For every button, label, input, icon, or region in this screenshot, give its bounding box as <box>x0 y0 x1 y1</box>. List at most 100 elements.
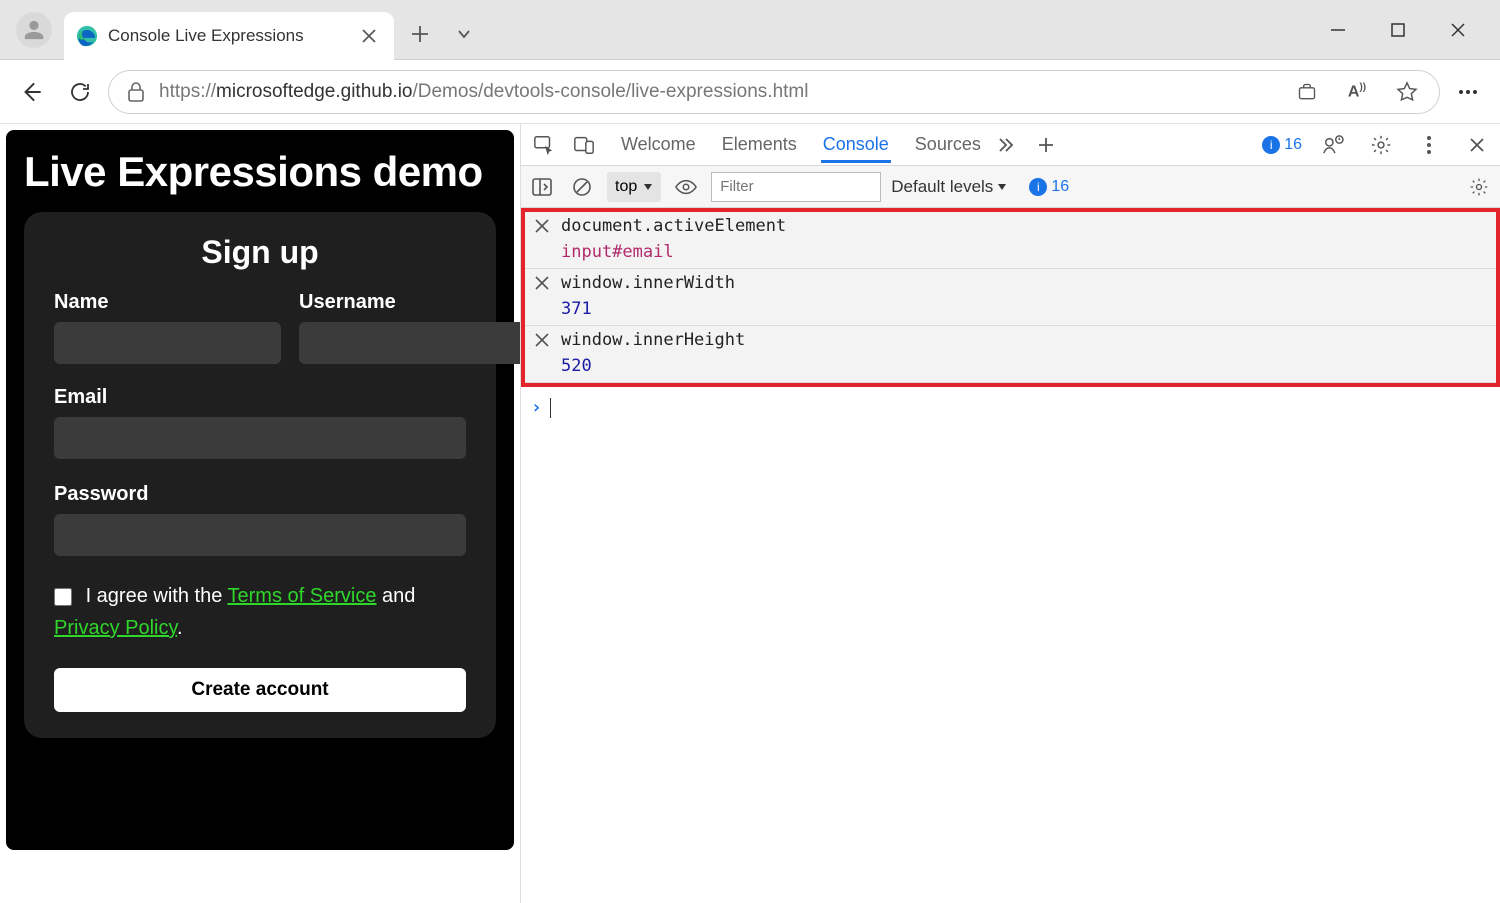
expression-result: 520 <box>525 354 1496 382</box>
password-label: Password <box>54 483 466 506</box>
triangle-down-icon <box>997 182 1007 192</box>
close-icon <box>1469 137 1485 153</box>
briefcase-icon <box>1297 82 1317 102</box>
toolbar-issues-badge[interactable]: i 16 <box>1029 178 1069 196</box>
tab-welcome[interactable]: Welcome <box>619 126 698 163</box>
expression-text[interactable]: window.innerHeight <box>561 330 745 350</box>
feedback-icon <box>1322 135 1344 155</box>
create-account-button[interactable]: Create account <box>54 668 466 712</box>
remove-expression-button[interactable] <box>533 274 551 292</box>
expression-result: 371 <box>525 297 1496 325</box>
devices-icon <box>573 134 595 156</box>
person-icon <box>23 19 45 41</box>
filter-input[interactable] <box>711 172 881 202</box>
form-title: Sign up <box>54 234 466 271</box>
shopping-button[interactable] <box>1293 78 1321 106</box>
log-levels-select[interactable]: Default levels <box>891 177 1007 197</box>
inspect-element-button[interactable] <box>527 128 561 162</box>
text-cursor <box>550 398 552 418</box>
agree-checkbox[interactable] <box>54 588 72 606</box>
live-expression-row: window.innerHeight 520 <box>525 326 1496 383</box>
live-expression-row: document.activeElement input#email <box>525 212 1496 269</box>
clear-console-button[interactable] <box>567 172 597 202</box>
tab-actions-button[interactable] <box>446 16 482 52</box>
live-expressions-region: document.activeElement input#email windo… <box>521 208 1500 387</box>
window-controls <box>1324 16 1492 44</box>
favorite-button[interactable] <box>1393 78 1421 106</box>
issues-badge[interactable]: i 16 <box>1262 136 1302 154</box>
more-tabs-button[interactable] <box>989 128 1023 162</box>
remove-expression-button[interactable] <box>533 331 551 349</box>
lock-icon <box>127 82 145 102</box>
tab-close-button[interactable] <box>360 27 378 45</box>
arrow-left-icon <box>19 79 45 105</box>
dots-vertical-icon <box>1426 135 1432 155</box>
inspect-icon <box>533 134 555 156</box>
close-icon <box>1450 22 1466 38</box>
device-toggle-button[interactable] <box>567 128 601 162</box>
tab-console[interactable]: Console <box>821 126 891 163</box>
gear-icon <box>1469 177 1489 197</box>
window-close-button[interactable] <box>1444 16 1472 44</box>
tab-sources[interactable]: Sources <box>913 126 983 163</box>
eye-icon <box>675 179 697 195</box>
password-input[interactable] <box>54 514 466 556</box>
console-toolbar: top Default levels i 16 <box>521 166 1500 208</box>
add-tab-button[interactable] <box>1029 128 1063 162</box>
name-input[interactable] <box>54 322 281 364</box>
profile-avatar[interactable] <box>16 12 52 48</box>
close-icon <box>535 219 549 233</box>
chevron-right-icon: › <box>531 397 542 418</box>
feedback-button[interactable] <box>1316 128 1350 162</box>
maximize-icon <box>1391 23 1405 37</box>
name-label: Name <box>54 291 281 314</box>
browser-tab[interactable]: Console Live Expressions <box>64 12 394 60</box>
window-titlebar: Console Live Expressions <box>0 0 1500 60</box>
toggle-sidebar-button[interactable] <box>527 172 557 202</box>
dots-horizontal-icon <box>1456 80 1480 104</box>
gear-icon <box>1370 134 1392 156</box>
address-bar: https://microsoftedge.github.io/Demos/de… <box>0 60 1500 124</box>
edge-icon <box>76 25 98 47</box>
close-icon <box>535 333 549 347</box>
console-settings-button[interactable] <box>1464 172 1494 202</box>
tos-link[interactable]: Terms of Service <box>228 585 377 607</box>
triangle-down-icon <box>643 182 653 192</box>
url-text: https://microsoftedge.github.io/Demos/de… <box>159 81 808 103</box>
tab-elements[interactable]: Elements <box>720 126 799 163</box>
chevron-down-icon <box>457 27 471 41</box>
url-field[interactable]: https://microsoftedge.github.io/Demos/de… <box>108 70 1440 114</box>
context-selector[interactable]: top <box>607 172 661 202</box>
tab-title: Console Live Expressions <box>108 26 350 46</box>
demo-page: Live Expressions demo Sign up Name Usern… <box>6 130 514 850</box>
clear-icon <box>572 177 592 197</box>
plus-icon <box>1037 136 1055 154</box>
username-label: Username <box>299 291 526 314</box>
devtools-close-button[interactable] <box>1460 128 1494 162</box>
devtools-tabbar: Welcome Elements Console Sources i 16 <box>521 124 1500 166</box>
minimize-icon <box>1330 22 1346 38</box>
expression-text[interactable]: window.innerWidth <box>561 273 735 293</box>
sidebar-icon <box>532 178 552 196</box>
devtools-more-button[interactable] <box>1412 128 1446 162</box>
chevrons-right-icon <box>997 136 1015 154</box>
refresh-button[interactable] <box>60 72 100 112</box>
back-button[interactable] <box>12 72 52 112</box>
info-icon: i <box>1029 178 1047 196</box>
devtools-settings-button[interactable] <box>1364 128 1398 162</box>
new-tab-button[interactable] <box>402 16 438 52</box>
refresh-icon <box>68 80 92 104</box>
email-input[interactable] <box>54 417 466 459</box>
live-expression-row: window.innerWidth 371 <box>525 269 1496 326</box>
console-prompt[interactable]: › <box>521 387 1500 428</box>
settings-more-button[interactable] <box>1448 72 1488 112</box>
live-expression-button[interactable] <box>671 172 701 202</box>
username-input[interactable] <box>299 322 526 364</box>
read-aloud-button[interactable]: A)) <box>1343 78 1371 106</box>
remove-expression-button[interactable] <box>533 217 551 235</box>
expression-text[interactable]: document.activeElement <box>561 216 786 236</box>
maximize-button[interactable] <box>1384 16 1412 44</box>
privacy-link[interactable]: Privacy Policy <box>54 617 177 639</box>
plus-icon <box>411 25 429 43</box>
minimize-button[interactable] <box>1324 16 1352 44</box>
